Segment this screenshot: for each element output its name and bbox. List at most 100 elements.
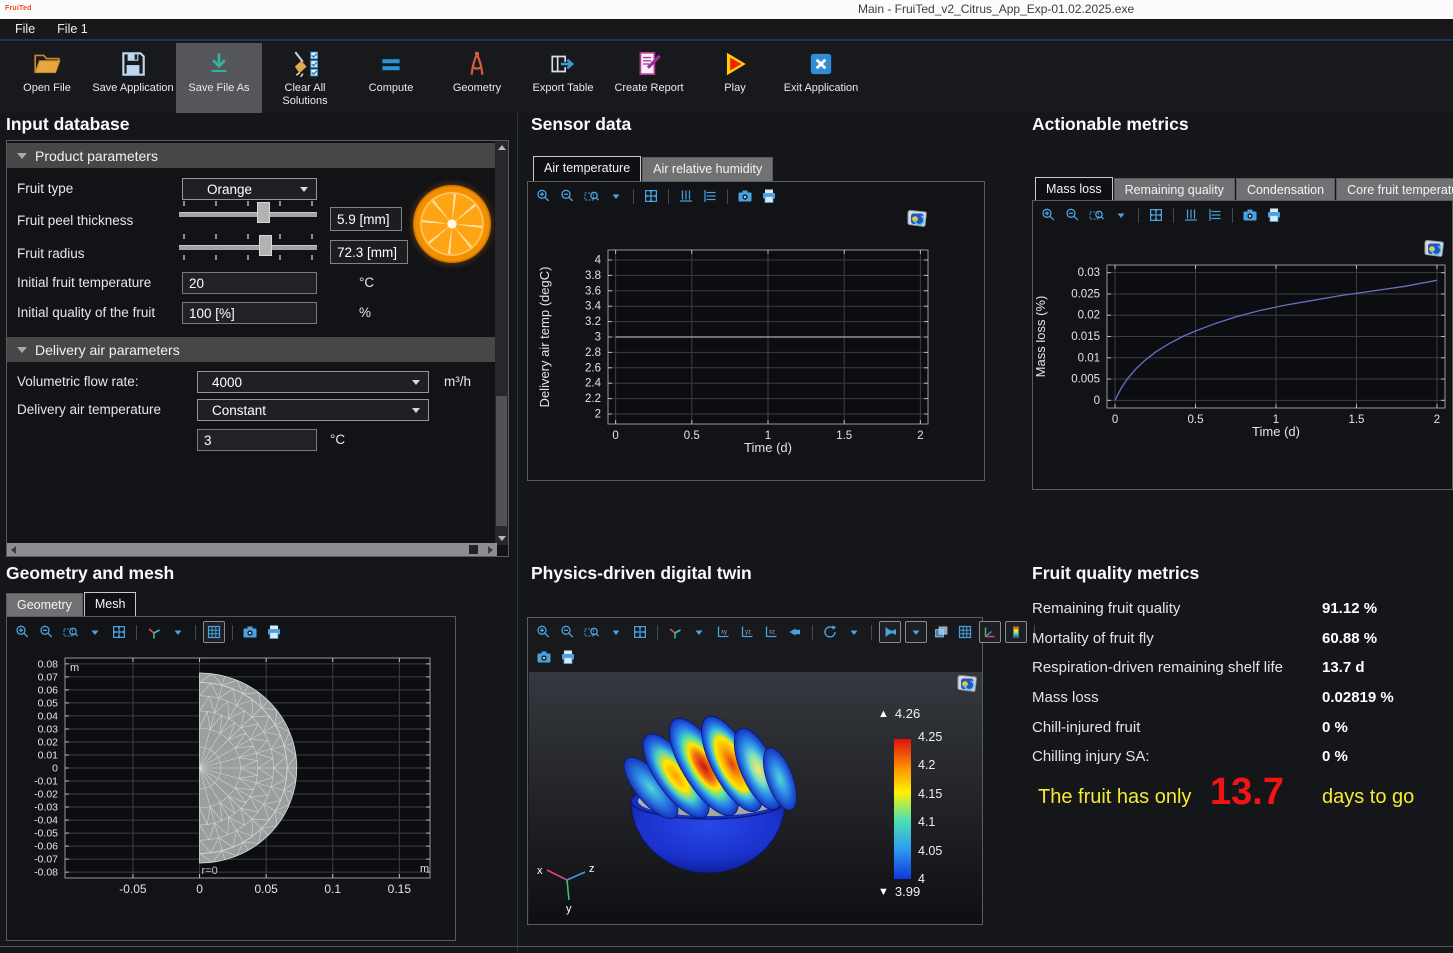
legend-icon[interactable] xyxy=(1005,621,1027,643)
compute-button[interactable]: Compute xyxy=(348,43,434,113)
tab-mass-loss[interactable]: Mass loss xyxy=(1035,177,1113,202)
caret-icon[interactable] xyxy=(689,622,709,642)
zoom-extents-icon[interactable] xyxy=(630,622,650,642)
grid16-icon[interactable] xyxy=(955,622,975,642)
scroll-left-icon[interactable] xyxy=(11,546,16,554)
view-yz-icon[interactable] xyxy=(737,622,757,642)
grid-y-icon[interactable] xyxy=(1205,205,1225,225)
transp-icon[interactable] xyxy=(931,622,951,642)
grid16-icon[interactable] xyxy=(203,621,225,643)
rotate-icon[interactable] xyxy=(820,622,840,642)
zoom-in-icon[interactable] xyxy=(13,622,33,642)
exit-application-button[interactable]: Exit Application xyxy=(778,43,864,113)
toolbar-button-label: Save File As xyxy=(188,82,249,95)
initial-quality-input[interactable] xyxy=(182,302,317,324)
zoom-extents-icon[interactable] xyxy=(109,622,129,642)
zoom-in-icon[interactable] xyxy=(534,622,554,642)
tab-mesh[interactable]: Mesh xyxy=(84,592,137,617)
delivery-temp-input[interactable] xyxy=(197,429,317,451)
initial-temp-input[interactable] xyxy=(182,272,317,294)
grid-x-icon[interactable] xyxy=(676,186,696,206)
camera-icon[interactable] xyxy=(534,647,554,667)
play-button[interactable]: Play xyxy=(692,43,778,113)
zoom-box-icon[interactable] xyxy=(61,622,81,642)
zoom-extents-icon[interactable] xyxy=(1146,205,1166,225)
toolbar-separator xyxy=(136,625,137,640)
axis-icon[interactable] xyxy=(144,622,164,642)
zoom-extents-icon[interactable] xyxy=(641,186,661,206)
geometry-icon xyxy=(462,48,492,80)
svg-text:0.025: 0.025 xyxy=(1071,288,1100,300)
persp-icon[interactable] xyxy=(785,622,805,642)
grid-y-icon[interactable] xyxy=(700,186,720,206)
slider-track[interactable] xyxy=(179,245,317,250)
clear-all-solutions-button[interactable]: Clear All Solutions xyxy=(262,43,348,113)
zoom-box-icon[interactable] xyxy=(1087,205,1107,225)
tab-air-relative-humidity[interactable]: Air relative humidity xyxy=(642,157,773,181)
zoom-box-icon[interactable] xyxy=(582,622,602,642)
caret-icon[interactable] xyxy=(85,622,105,642)
export-table-button[interactable]: Export Table xyxy=(520,43,606,113)
caret-icon[interactable] xyxy=(1111,205,1131,225)
zoom-out-icon[interactable] xyxy=(37,622,57,642)
caret-icon[interactable] xyxy=(606,186,626,206)
tab-core-fruit-temperature[interactable]: Core fruit temperature xyxy=(1336,178,1453,202)
view-xy-icon[interactable] xyxy=(713,622,733,642)
peel-thickness-value[interactable]: 5.9 [mm] xyxy=(330,207,402,231)
peel-thickness-slider[interactable] xyxy=(179,201,317,225)
printer-icon[interactable] xyxy=(759,186,779,206)
scroll-up-icon[interactable] xyxy=(498,145,506,150)
scroll-right-icon[interactable] xyxy=(488,546,493,554)
printer-icon[interactable] xyxy=(264,622,284,642)
zoom-out-icon[interactable] xyxy=(558,622,578,642)
grid-x-icon[interactable] xyxy=(1181,205,1201,225)
flow-rate-dropdown[interactable]: 4000 xyxy=(197,371,429,393)
caret-icon[interactable] xyxy=(905,621,927,643)
axisbox-icon[interactable] xyxy=(979,621,1001,643)
scrollbar-thumb[interactable] xyxy=(496,396,507,526)
slider-handle[interactable] xyxy=(257,202,270,223)
caret-icon[interactable] xyxy=(844,622,864,642)
zoom-out-icon[interactable] xyxy=(1063,205,1083,225)
menu-item-file-1[interactable]: File 1 xyxy=(46,22,99,36)
tab-geometry[interactable]: Geometry xyxy=(6,593,83,617)
open-file-button[interactable]: Open File xyxy=(4,43,90,113)
view-xz-icon[interactable] xyxy=(761,622,781,642)
slider-handle[interactable] xyxy=(259,235,272,256)
tab-remaining-quality[interactable]: Remaining quality xyxy=(1114,178,1235,202)
chevron-down-icon xyxy=(300,187,308,192)
fruit-radius-value[interactable]: 72.3 [mm] xyxy=(330,240,408,264)
zoom-box-icon[interactable] xyxy=(582,186,602,206)
fruit-type-dropdown[interactable]: Orange xyxy=(182,178,317,200)
scrollbar-thumb[interactable] xyxy=(469,545,478,554)
printer-icon[interactable] xyxy=(1264,205,1284,225)
tab-air-temperature[interactable]: Air temperature xyxy=(533,156,641,181)
scroll-down-icon[interactable] xyxy=(498,536,506,541)
caret-icon[interactable] xyxy=(606,622,626,642)
camera-icon[interactable] xyxy=(735,186,755,206)
camera-icon[interactable] xyxy=(1240,205,1260,225)
zoom-in-icon[interactable] xyxy=(1039,205,1059,225)
product-parameters-header[interactable]: Product parameters xyxy=(7,143,496,168)
air-parameters-header[interactable]: Delivery air parameters xyxy=(7,337,496,362)
zoom-in-icon[interactable] xyxy=(534,186,554,206)
section-title: Delivery air parameters xyxy=(35,342,180,358)
delivery-temp-dropdown[interactable]: Constant xyxy=(197,399,429,421)
zoom-out-icon[interactable] xyxy=(558,186,578,206)
camera-icon[interactable] xyxy=(240,622,260,642)
fruit-radius-slider[interactable] xyxy=(179,234,317,258)
axis-icon[interactable] xyxy=(665,622,685,642)
menu-item-file[interactable]: File xyxy=(4,22,46,36)
caret-icon[interactable] xyxy=(168,622,188,642)
save-file-as-button[interactable]: Save File As xyxy=(176,43,262,113)
vertical-scrollbar[interactable] xyxy=(495,141,508,545)
svg-text:0.02: 0.02 xyxy=(1078,310,1100,322)
light-icon[interactable] xyxy=(879,621,901,643)
slider-track[interactable] xyxy=(179,212,317,217)
save-application-button[interactable]: Save Application xyxy=(90,43,176,113)
tab-condensation[interactable]: Condensation xyxy=(1236,178,1335,202)
create-report-button[interactable]: Create Report xyxy=(606,43,692,113)
geometry-button[interactable]: Geometry xyxy=(434,43,520,113)
printer-icon[interactable] xyxy=(558,647,578,667)
horizontal-scrollbar[interactable] xyxy=(7,543,497,556)
